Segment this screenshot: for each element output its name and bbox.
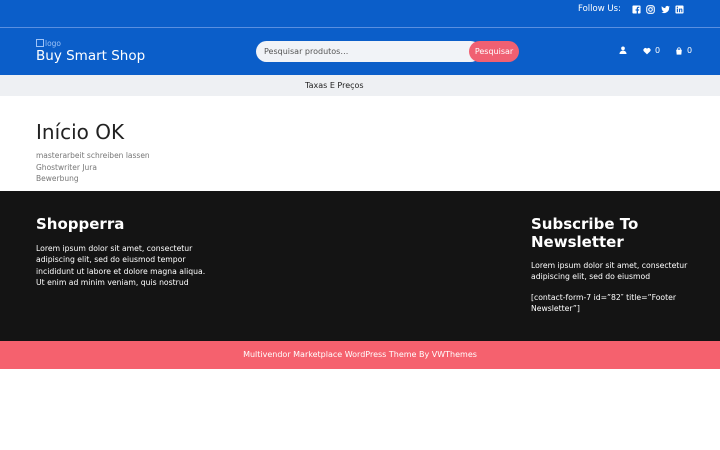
search-button[interactable]: Pesquisar [469, 41, 519, 62]
footer-newsletter: Subscribe To Newsletter Lorem ipsum dolo… [531, 215, 691, 314]
heart-icon [643, 47, 651, 54]
page-content: Início OK masterarbeit schreiben lassen … [36, 120, 150, 185]
user-icon [619, 46, 627, 54]
shopping-bag-icon [676, 46, 682, 55]
search-input[interactable] [256, 41, 481, 62]
content-link[interactable]: Ghostwriter Jura [36, 162, 150, 174]
footer-newsletter-heading: Subscribe To Newsletter [531, 215, 639, 251]
twitter-icon[interactable] [661, 5, 670, 14]
linkedin-icon[interactable] [675, 5, 684, 14]
instagram-icon[interactable] [646, 5, 655, 14]
cart-count: 0 [687, 46, 693, 55]
search-form: Pesquisar [256, 41, 519, 62]
site-title[interactable]: Buy Smart Shop [36, 48, 145, 64]
cart-link[interactable]: 0 [675, 46, 692, 55]
site-footer: Shopperra Lorem ipsum dolor sit amet, co… [0, 191, 720, 341]
footer-about: Shopperra Lorem ipsum dolor sit amet, co… [36, 215, 206, 288]
copyright-bar: Multivendor Marketplace WordPress Theme … [0, 341, 720, 369]
top-bar: Follow Us: [0, 0, 720, 28]
page-title: Início OK [36, 120, 125, 144]
account-link[interactable] [619, 46, 627, 54]
site-header: logo Buy Smart Shop Pesquisar 0 0 [0, 28, 720, 75]
logo-image[interactable]: logo [36, 38, 61, 48]
newsletter-shortcode: [contact-form-7 id=”82″ title=”Footer Ne… [531, 292, 677, 313]
facebook-icon[interactable] [632, 5, 641, 14]
content-link[interactable]: Bewerbung [36, 173, 150, 185]
nav-item-taxas-e-precos[interactable]: Taxas E Preços [305, 81, 364, 90]
copyright-text[interactable]: Multivendor Marketplace WordPress Theme … [0, 350, 720, 359]
follow-us-label: Follow Us: [578, 4, 621, 14]
footer-newsletter-text: Lorem ipsum dolor sit amet, consectetur … [531, 261, 688, 282]
main-navigation: Taxas E Preços [0, 75, 720, 96]
footer-about-heading: Shopperra [36, 215, 125, 233]
logo-alt-text: logo [45, 38, 62, 48]
content-links: masterarbeit schreiben lassen Ghostwrite… [36, 150, 150, 185]
wishlist-count: 0 [655, 46, 661, 55]
wishlist-link[interactable]: 0 [643, 46, 660, 55]
content-link[interactable]: masterarbeit schreiben lassen [36, 150, 150, 162]
footer-about-text: Lorem ipsum dolor sit amet, consectetur … [36, 244, 206, 287]
broken-image-icon [36, 39, 44, 47]
